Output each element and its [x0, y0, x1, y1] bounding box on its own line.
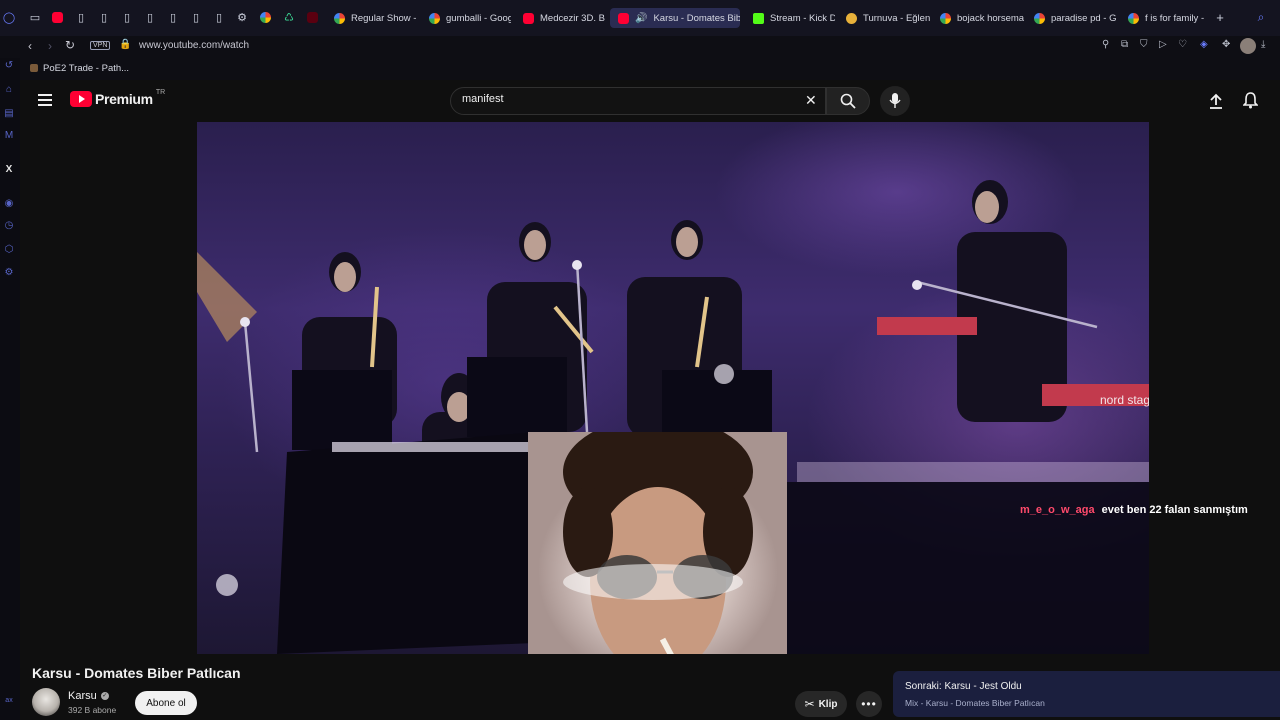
speaker-icon[interactable]: 🔊	[635, 13, 647, 24]
play-icon[interactable]: ▷	[1159, 39, 1167, 50]
pinned-tab-doc-icon[interactable]: ▯	[120, 10, 134, 24]
snapshot-icon[interactable]: ⧉	[1121, 39, 1128, 50]
pinned-tab-doc-icon[interactable]: ▯	[143, 10, 157, 24]
download-icon[interactable]: ⤓	[1261, 39, 1265, 50]
tab-6[interactable]: bojack horsema	[932, 8, 1024, 28]
more-actions-icon[interactable]: •••	[856, 691, 882, 717]
address-bar: ‹ › ↻ VPN 🔒 www.youtube.com/watch ⚲ ⧉ ⛉ …	[0, 36, 1280, 58]
reload-icon[interactable]: ↻	[65, 38, 75, 52]
search-tabs-icon[interactable]: ⌕	[1254, 10, 1268, 24]
url-field[interactable]: www.youtube.com/watch	[139, 40, 249, 51]
browser-tab-bar: ◯ ▭ ▯ ▯ ▯ ▯ ▯ ▯ ▯ ⚙ ♺ Regular Show - gum…	[0, 0, 1280, 36]
tv-icon	[846, 12, 857, 24]
search-box: ✕	[450, 87, 826, 115]
chrome-icon	[334, 12, 345, 24]
youtube-logo[interactable]: Premium TR	[70, 89, 165, 107]
tab-3-active[interactable]: 🔊 Karsu - Domates Bibe	[610, 8, 740, 28]
bag-icon[interactable]: ⌂	[2, 82, 16, 96]
channel-name-row: Karsu ✓	[68, 690, 109, 702]
profile-avatar[interactable]	[1240, 38, 1256, 54]
browser-logo-icon[interactable]: ◯	[2, 10, 16, 24]
chrome-icon	[429, 12, 440, 24]
extension-icon[interactable]: ◈	[1200, 39, 1208, 50]
search-icon	[840, 93, 856, 109]
pinned-tab-doc-icon[interactable]: ▯	[212, 10, 226, 24]
heart-icon[interactable]: ♡	[1178, 39, 1187, 50]
search-button[interactable]	[826, 87, 870, 115]
cube-icon[interactable]: ⬡	[2, 242, 16, 256]
channel-name[interactable]: Karsu	[68, 690, 97, 702]
voice-search-button[interactable]	[880, 86, 910, 116]
tab-4[interactable]: Stream - Kick D	[745, 8, 835, 28]
tab-8[interactable]: f is for family -	[1120, 8, 1210, 28]
tab-7[interactable]: paradise pd - G	[1026, 8, 1118, 28]
pinned-tab-youtube-icon[interactable]	[305, 10, 319, 24]
browser-sidebar: ↺ ⌂ ▤ M X ◉ ◷ ⬡ ⚙ ax	[0, 58, 20, 720]
hamburger-menu-icon[interactable]	[38, 93, 52, 106]
shield-icon[interactable]: ⛉	[1140, 39, 1148, 50]
pinned-tab-doc-icon[interactable]: ▯	[166, 10, 180, 24]
youtube-icon	[523, 12, 534, 24]
chrome-icon	[940, 12, 951, 24]
keyboard-brand-text: nord stage	[1100, 393, 1149, 407]
mail-icon[interactable]: M	[2, 128, 16, 142]
workspaces-icon[interactable]: ▭	[28, 10, 42, 24]
clock-icon[interactable]: ◷	[2, 218, 16, 232]
up-next-title: Sonraki: Karsu - Jest Oldu	[905, 681, 1022, 692]
wallet-icon[interactable]: ▤	[2, 106, 16, 120]
kick-icon	[753, 12, 764, 24]
search-input[interactable]	[462, 93, 782, 105]
vpn-badge[interactable]: VPN	[90, 41, 111, 50]
tab-1[interactable]: gumballi - Goog	[421, 8, 511, 28]
pinned-tab-steam-icon[interactable]: ⚙	[235, 10, 249, 24]
chrome-icon	[1034, 12, 1045, 24]
pinned-tab-doc-icon[interactable]: ▯	[74, 10, 88, 24]
new-tab-icon[interactable]: +	[1213, 10, 1227, 25]
video-title: Karsu - Domates Biber Patlıcan	[32, 665, 241, 681]
bookmark-poe2-trade[interactable]: PoE2 Trade - Path...	[43, 63, 129, 74]
puzzle-icon[interactable]: ✥	[1222, 39, 1230, 50]
chrome-icon	[1128, 12, 1139, 24]
up-next-card[interactable]: Sonraki: Karsu - Jest Oldu Mix - Karsu -…	[893, 671, 1280, 717]
scissors-icon: ✂	[804, 697, 815, 711]
pinned-tab-chrome-icon[interactable]	[258, 10, 272, 24]
pinned-tab-doc-icon[interactable]: ▯	[189, 10, 203, 24]
notifications-bell-icon[interactable]	[1242, 92, 1259, 114]
pinned-tab-app-icon[interactable]: ♺	[282, 10, 296, 24]
pinned-tab-youtube-icon[interactable]	[50, 10, 64, 24]
subscriber-count: 392 B abone	[68, 705, 117, 715]
tab-2[interactable]: Medcezir 3D. B	[515, 8, 605, 28]
back-icon[interactable]: ‹	[28, 39, 32, 53]
clip-button[interactable]: ✂ Klip	[795, 691, 847, 717]
clear-search-icon[interactable]: ✕	[805, 92, 817, 109]
sidebar-more-icon[interactable]: ax	[2, 693, 16, 707]
youtube-play-icon	[70, 91, 92, 107]
pin-icon[interactable]: ⚲	[1102, 39, 1109, 50]
upload-icon[interactable]	[1209, 93, 1223, 114]
youtube-icon	[618, 12, 629, 24]
channel-avatar[interactable]	[32, 688, 60, 716]
mic-icon	[889, 93, 901, 108]
verified-icon: ✓	[100, 692, 109, 700]
settings-icon[interactable]: ⚙	[2, 265, 16, 279]
bookmark-favicon-icon	[30, 64, 38, 72]
history-icon[interactable]: ↺	[2, 58, 16, 72]
youtube-masthead: Premium TR ✕	[20, 80, 1280, 122]
chat-username: m_e_o_w_aga	[1020, 504, 1095, 516]
tab-5[interactable]: Turnuva - Eğlen	[838, 8, 930, 28]
play-circle-icon[interactable]: ◉	[2, 196, 16, 210]
chat-message: m_e_o_w_aga evet ben 22 falan sanmıştım	[1020, 504, 1248, 516]
bookmarks-bar: PoE2 Trade - Path...	[0, 58, 1280, 80]
forward-icon[interactable]: ›	[48, 39, 52, 53]
up-next-subtitle: Mix - Karsu - Domates Biber Patlıcan	[905, 698, 1045, 708]
chat-text: evet ben 22 falan sanmıştım	[1101, 504, 1248, 516]
pinned-tab-doc-icon[interactable]: ▯	[97, 10, 111, 24]
lock-icon[interactable]: 🔒	[119, 39, 131, 50]
x-twitter-icon[interactable]: X	[2, 162, 16, 176]
tab-0[interactable]: Regular Show -	[326, 8, 416, 28]
subscribe-button[interactable]: Abone ol	[135, 691, 197, 715]
